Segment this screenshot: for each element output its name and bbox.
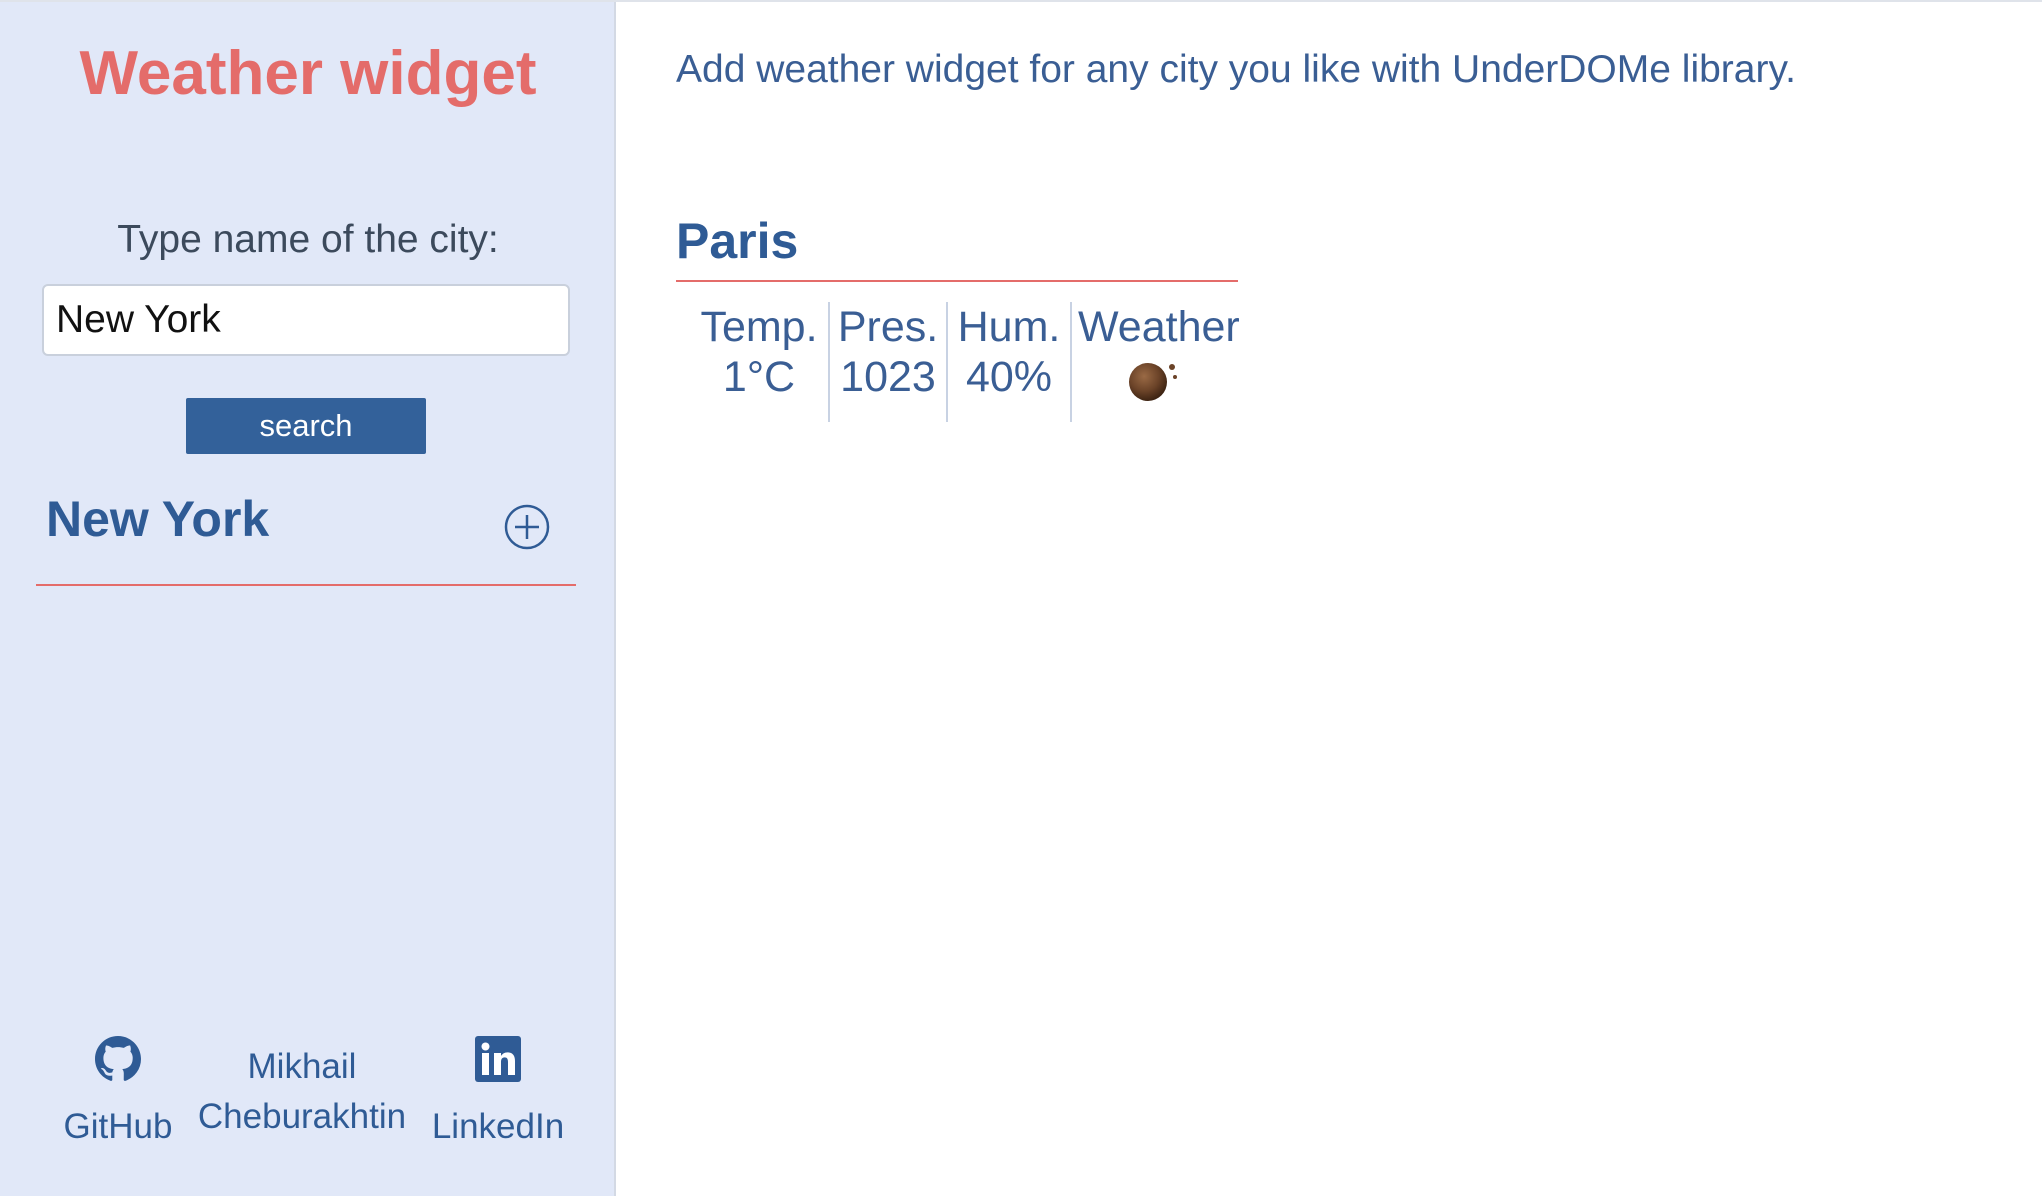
temperature-header: Temp. (700, 303, 818, 351)
search-button[interactable]: search (186, 398, 426, 454)
intro-text: Add weather widget for any city you like… (676, 48, 1796, 91)
page: Weather widget Type name of the city: se… (0, 0, 2042, 1196)
pressure-header: Pres. (837, 303, 939, 351)
weather-header: Weather (1078, 303, 1240, 351)
linkedin-label: LinkedIn (431, 1107, 565, 1146)
main-content: Add weather widget for any city you like… (616, 2, 2042, 1196)
humidity-header: Hum. (957, 303, 1061, 351)
author-name: Mikhail Cheburakhtin (196, 1042, 408, 1142)
sidebar: Weather widget Type name of the city: se… (0, 2, 616, 1196)
moon-icon (1078, 354, 1230, 415)
github-icon (56, 1036, 180, 1096)
widget-city-name: Paris (676, 213, 799, 269)
pressure-value: 1023 (840, 353, 936, 401)
widget-divider (676, 280, 1238, 282)
linkedin-link[interactable]: LinkedIn (428, 1036, 568, 1152)
pressure-column: Pres. 1023 (828, 302, 946, 422)
city-search-input[interactable] (42, 284, 570, 356)
author-first-name: Mikhail (247, 1047, 357, 1086)
sidebar-divider (36, 584, 576, 586)
github-label: GitHub (63, 1107, 173, 1146)
linkedin-icon (428, 1036, 568, 1096)
weather-widget: Paris Temp. 1°C Pres. 1023 Hum. 40% Weat… (676, 202, 1240, 422)
humidity-value: 40% (965, 353, 1053, 401)
github-link[interactable]: GitHub (56, 1036, 180, 1152)
app-title: Weather widget (79, 39, 537, 108)
weather-column: Weather (1070, 302, 1240, 422)
author-last-name: Cheburakhtin (197, 1097, 407, 1136)
search-result-city: New York (46, 491, 270, 547)
plus-circle-icon[interactable] (504, 504, 550, 550)
temperature-value: 1°C (722, 353, 796, 401)
temperature-column: Temp. 1°C (690, 302, 828, 422)
weather-table: Temp. 1°C Pres. 1023 Hum. 40% Weather (690, 302, 1240, 422)
city-input-label: Type name of the city: (117, 218, 499, 261)
humidity-column: Hum. 40% (946, 302, 1070, 422)
